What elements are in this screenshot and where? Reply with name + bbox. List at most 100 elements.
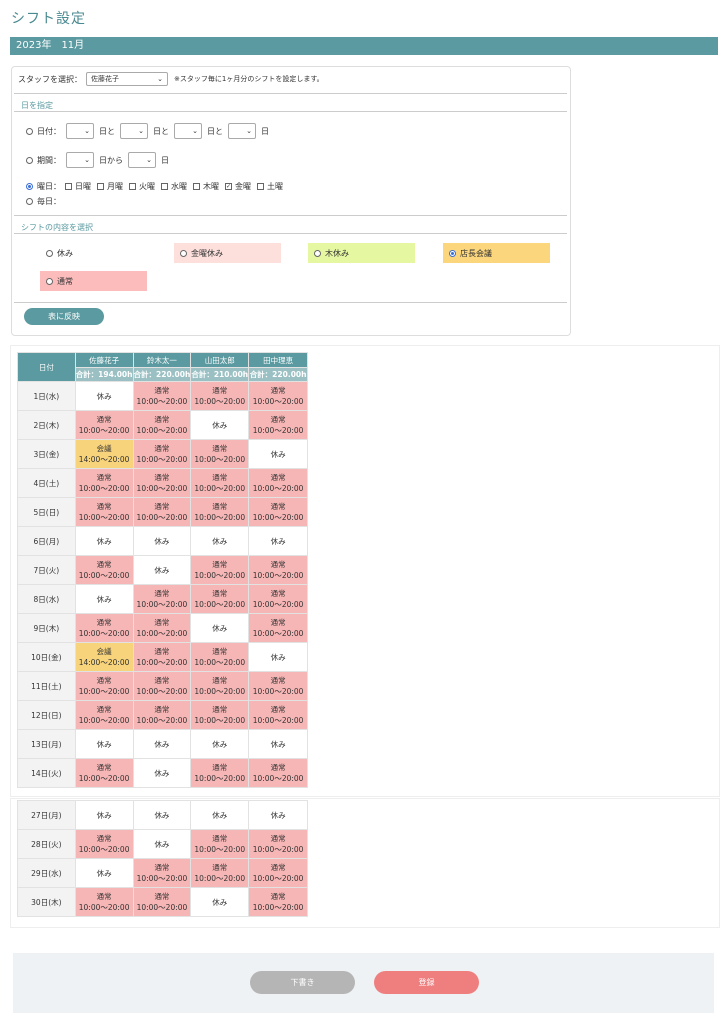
shift-cell[interactable]: 通常 10:00〜20:00 [132, 584, 192, 614]
shift-cell[interactable]: 休み [74, 381, 134, 411]
shift-cell[interactable]: 休み [190, 613, 250, 643]
period-select-from[interactable]: ⌄ [66, 152, 94, 168]
shift-option-fri-off[interactable]: 金曜休み [174, 243, 281, 263]
shift-cell[interactable]: 休み [132, 800, 192, 830]
shift-option-off[interactable]: 休み [40, 243, 147, 263]
shift-cell[interactable]: 休み [132, 758, 192, 788]
daily-radio[interactable] [26, 197, 33, 205]
shift-cell[interactable]: 通常 10:00〜20:00 [74, 410, 134, 440]
shift-cell[interactable]: 休み [74, 584, 134, 614]
weekday-checkbox-wed[interactable] [161, 182, 168, 190]
shift-cell[interactable]: 通常 10:00〜20:00 [74, 613, 134, 643]
shift-cell[interactable]: 休み [132, 555, 192, 585]
shift-cell[interactable]: 通常 10:00〜20:00 [248, 758, 308, 788]
shift-cell[interactable]: 通常 10:00〜20:00 [248, 700, 308, 730]
shift-cell[interactable]: 通常 10:00〜20:00 [74, 468, 134, 498]
shift-cell[interactable]: 通常 10:00〜20:00 [132, 858, 192, 888]
shift-cell[interactable]: 通常 10:00〜20:00 [248, 468, 308, 498]
shift-cell[interactable]: 通常 10:00〜20:00 [248, 671, 308, 701]
shift-cell[interactable]: 通常 10:00〜20:00 [248, 584, 308, 614]
weekday-checkbox-tue[interactable] [129, 182, 136, 190]
period-radio[interactable] [26, 156, 33, 164]
apply-to-table-button[interactable]: 表に反映 [24, 308, 104, 325]
shift-cell[interactable]: 通常 10:00〜20:00 [248, 829, 308, 859]
shift-cell[interactable]: 休み [248, 642, 308, 672]
weekday-checkbox-sat[interactable] [257, 182, 264, 190]
shift-cell[interactable]: 通常 10:00〜20:00 [248, 381, 308, 411]
shift-option-regular[interactable]: 通常 [40, 271, 147, 291]
shift-cell[interactable]: 通常 10:00〜20:00 [248, 410, 308, 440]
shift-cell[interactable]: 通常 10:00〜20:00 [74, 497, 134, 527]
shift-cell[interactable]: 通常 10:00〜20:00 [132, 700, 192, 730]
shift-cell[interactable]: 通常 10:00〜20:00 [190, 555, 250, 585]
shift-cell[interactable]: 通常 10:00〜20:00 [132, 497, 192, 527]
shift-cell[interactable]: 休み [248, 526, 308, 556]
shift-cell[interactable]: 通常 10:00〜20:00 [74, 758, 134, 788]
shift-cell[interactable]: 通常 10:00〜20:00 [190, 829, 250, 859]
shift-time: 10:00〜20:00 [136, 629, 188, 638]
shift-cell[interactable]: 通常 10:00〜20:00 [132, 642, 192, 672]
shift-cell[interactable]: 通常 10:00〜20:00 [190, 439, 250, 469]
shift-cell[interactable]: 通常 10:00〜20:00 [190, 671, 250, 701]
shift-cell[interactable]: 休み [190, 410, 250, 440]
shift-cell[interactable]: 通常 10:00〜20:00 [248, 613, 308, 643]
shift-cell[interactable]: 通常 10:00〜20:00 [248, 497, 308, 527]
weekday-checkbox-thu[interactable] [193, 182, 200, 190]
staff-select[interactable]: 佐藤花子 ⌄ [86, 72, 168, 86]
shift-option-manager-meeting[interactable]: 店長会議 [443, 243, 550, 263]
shift-cell[interactable]: 通常 10:00〜20:00 [132, 381, 192, 411]
shift-cell[interactable]: 通常 10:00〜20:00 [132, 887, 192, 917]
weekday-checkbox-sun[interactable] [65, 182, 72, 190]
shift-cell[interactable]: 休み [190, 729, 250, 759]
draft-button[interactable]: 下書き [250, 971, 355, 994]
shift-cell[interactable]: 休み [248, 729, 308, 759]
shift-cell[interactable]: 通常 10:00〜20:00 [74, 700, 134, 730]
shift-cell[interactable]: 通常 10:00〜20:00 [190, 758, 250, 788]
shift-cell[interactable]: 休み [74, 800, 134, 830]
shift-cell[interactable]: 休み [74, 729, 134, 759]
shift-cell[interactable]: 通常 10:00〜20:00 [132, 613, 192, 643]
submit-button[interactable]: 登録 [374, 971, 479, 994]
shift-cell[interactable]: 通常 10:00〜20:00 [190, 584, 250, 614]
shift-cell[interactable]: 休み [248, 439, 308, 469]
shift-cell[interactable]: 休み [132, 829, 192, 859]
shift-cell[interactable]: 通常 10:00〜20:00 [190, 381, 250, 411]
shift-cell[interactable]: 通常 10:00〜20:00 [132, 439, 192, 469]
date-select-2[interactable]: ⌄ [120, 123, 148, 139]
shift-cell[interactable]: 休み [74, 526, 134, 556]
shift-cell[interactable]: 通常 10:00〜20:00 [132, 671, 192, 701]
shift-cell[interactable]: 休み [190, 800, 250, 830]
shift-cell[interactable]: 会議 14:00〜20:00 [74, 642, 134, 672]
period-select-to[interactable]: ⌄ [128, 152, 156, 168]
weekday-checkbox-mon[interactable] [97, 182, 104, 190]
shift-cell[interactable]: 通常 10:00〜20:00 [190, 497, 250, 527]
shift-cell[interactable]: 通常 10:00〜20:00 [74, 555, 134, 585]
shift-cell[interactable]: 休み [132, 526, 192, 556]
date-radio[interactable] [26, 127, 33, 135]
date-select-4[interactable]: ⌄ [228, 123, 256, 139]
shift-cell[interactable]: 休み [190, 526, 250, 556]
shift-cell[interactable]: 通常 10:00〜20:00 [190, 468, 250, 498]
shift-cell[interactable]: 通常 10:00〜20:00 [74, 829, 134, 859]
weekday-checkbox-fri[interactable]: ✓ [225, 182, 232, 190]
shift-cell[interactable]: 通常 10:00〜20:00 [248, 887, 308, 917]
shift-cell[interactable]: 会議 14:00〜20:00 [74, 439, 134, 469]
weekday-radio[interactable] [26, 182, 33, 190]
shift-cell[interactable]: 通常 10:00〜20:00 [248, 555, 308, 585]
date-select-3[interactable]: ⌄ [174, 123, 202, 139]
shift-cell[interactable]: 休み [248, 800, 308, 830]
date-select-1[interactable]: ⌄ [66, 123, 94, 139]
shift-cell[interactable]: 休み [132, 729, 192, 759]
shift-cell[interactable]: 通常 10:00〜20:00 [132, 410, 192, 440]
shift-type: 通常 [96, 415, 112, 424]
shift-cell[interactable]: 通常 10:00〜20:00 [190, 642, 250, 672]
shift-cell[interactable]: 通常 10:00〜20:00 [190, 700, 250, 730]
shift-cell[interactable]: 通常 10:00〜20:00 [132, 468, 192, 498]
shift-cell[interactable]: 休み [190, 887, 250, 917]
shift-cell[interactable]: 通常 10:00〜20:00 [74, 887, 134, 917]
shift-cell[interactable]: 通常 10:00〜20:00 [74, 671, 134, 701]
shift-cell[interactable]: 通常 10:00〜20:00 [248, 858, 308, 888]
shift-cell[interactable]: 通常 10:00〜20:00 [190, 858, 250, 888]
shift-cell[interactable]: 休み [74, 858, 134, 888]
shift-option-thu-off[interactable]: 木休み [308, 243, 415, 263]
